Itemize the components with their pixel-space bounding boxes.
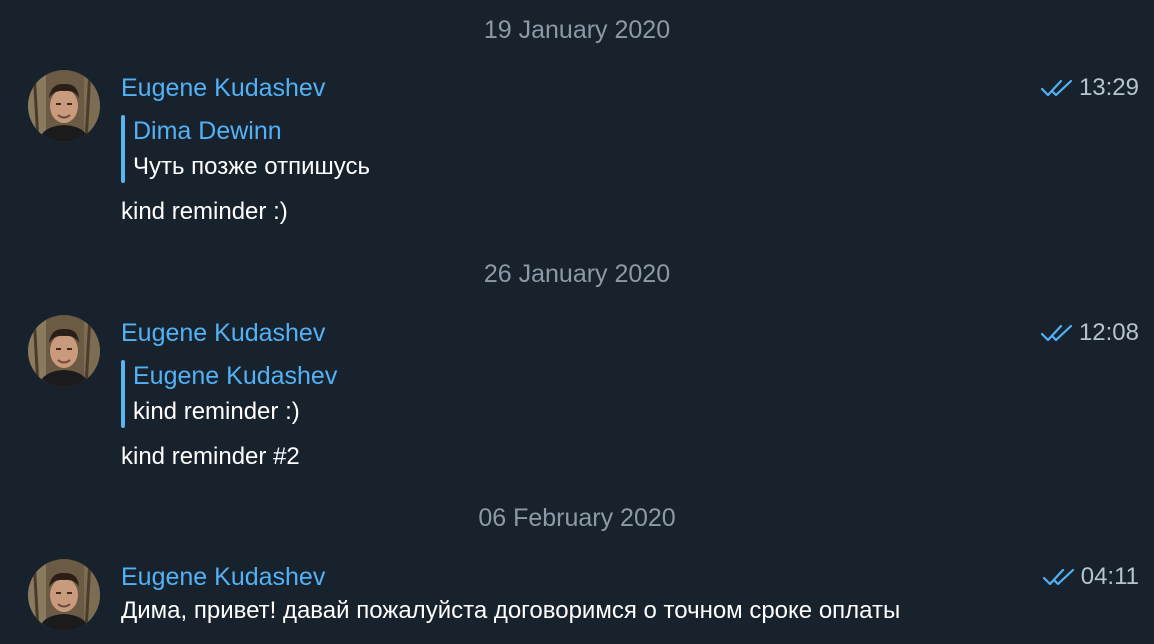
message-time: 12:08 bbox=[1078, 319, 1139, 346]
double-check-icon bbox=[1042, 568, 1074, 586]
message-time: 04:11 bbox=[1080, 563, 1139, 590]
message[interactable]: Eugene Kudashev 12:08 Eugene Kudashev ki… bbox=[0, 315, 1154, 475]
date-separator: 26 January 2020 bbox=[483, 260, 671, 288]
message-meta: 13:29 bbox=[1040, 73, 1139, 103]
message[interactable]: Eugene Kudashev 13:29 Dima Dewinn Чуть п… bbox=[0, 70, 1154, 230]
message-text: kind reminder #2 bbox=[121, 443, 300, 470]
message-author[interactable]: Eugene Kudashev bbox=[121, 318, 325, 348]
reply-quote[interactable]: Dima Dewinn Чуть позже отпишусь bbox=[121, 115, 721, 183]
message-meta: 04:11 bbox=[1042, 562, 1139, 592]
message[interactable]: Eugene Kudashev 04:11 Дима, привет! дава… bbox=[0, 559, 1154, 639]
double-check-icon bbox=[1040, 324, 1073, 342]
reply-bar bbox=[121, 115, 125, 183]
avatar[interactable] bbox=[28, 70, 100, 142]
message-text: Дима, привет! давай пожалуйста договорим… bbox=[121, 597, 901, 624]
reply-text: Чуть позже отпишусь bbox=[133, 153, 371, 180]
reply-text: kind reminder :) bbox=[133, 398, 300, 425]
avatar[interactable] bbox=[28, 559, 100, 631]
reply-quote[interactable]: Eugene Kudashev kind reminder :) bbox=[121, 360, 721, 428]
chat-history: 19 January 2020 Eugene Kudashev 13:29 Di… bbox=[0, 0, 1154, 644]
message-author[interactable]: Eugene Kudashev bbox=[121, 562, 325, 592]
date-separator: 19 January 2020 bbox=[483, 16, 671, 44]
reply-author: Eugene Kudashev bbox=[133, 362, 338, 390]
avatar[interactable] bbox=[28, 315, 100, 387]
reply-author: Dima Dewinn bbox=[133, 117, 282, 145]
double-check-icon bbox=[1040, 79, 1073, 97]
message-meta: 12:08 bbox=[1040, 318, 1139, 348]
message-author[interactable]: Eugene Kudashev bbox=[121, 73, 325, 103]
message-time: 13:29 bbox=[1078, 74, 1139, 101]
reply-bar bbox=[121, 360, 125, 428]
message-text: kind reminder :) bbox=[121, 198, 288, 225]
date-separator: 06 February 2020 bbox=[478, 504, 676, 532]
